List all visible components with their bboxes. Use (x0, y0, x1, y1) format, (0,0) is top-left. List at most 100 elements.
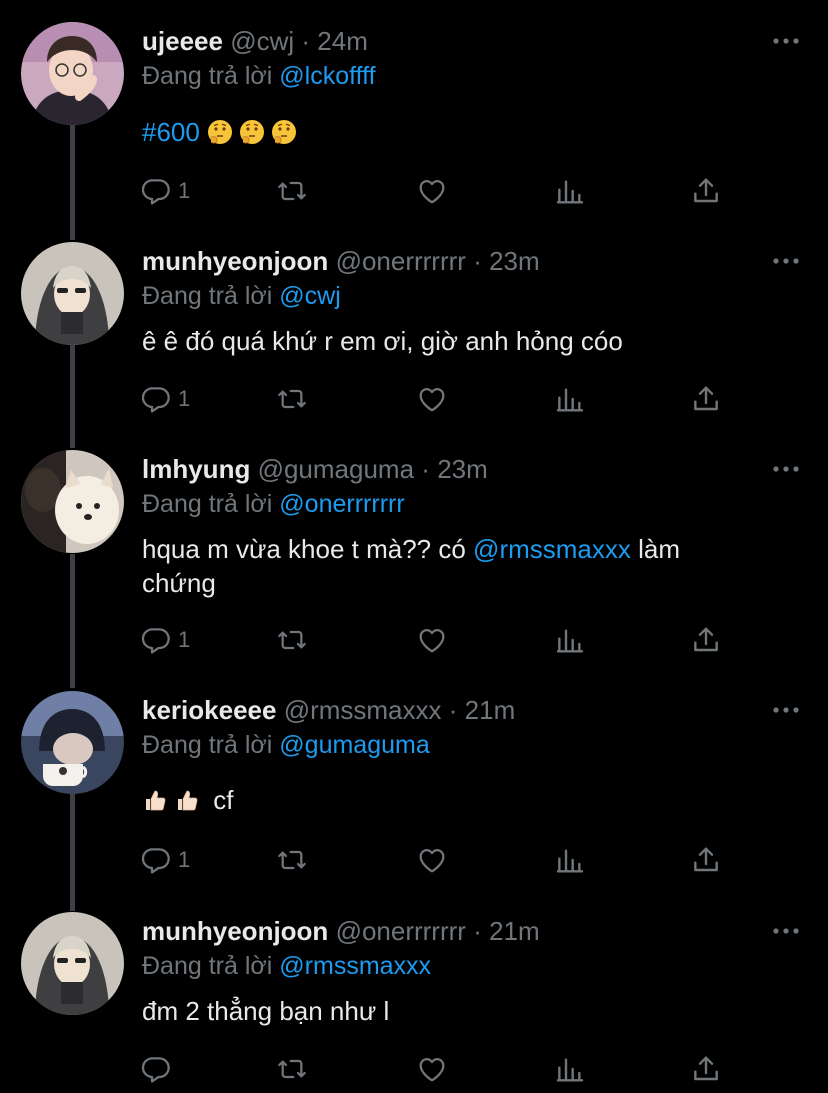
user-handle[interactable]: @rmssmaxxx (284, 695, 442, 725)
timestamp[interactable]: 24m (317, 26, 368, 56)
retweet-icon (276, 844, 308, 876)
replying-to: Đang trả lời @cwj (142, 282, 341, 311)
avatar[interactable] (21, 22, 124, 125)
avatar[interactable] (21, 691, 124, 794)
pomeranian-dog-avatar (21, 450, 124, 553)
person-in-hood-avatar (21, 242, 124, 345)
retweet-button[interactable] (276, 843, 308, 877)
hashtag[interactable]: #600 (142, 117, 200, 147)
separator: · (448, 695, 458, 725)
tweet-text: hqua m vừa khoe t mà?? có @rmssmaxxx làm… (142, 532, 782, 600)
user-handle[interactable]: @onerrrrrrr (336, 246, 466, 276)
share-button[interactable] (690, 843, 722, 877)
display-name[interactable]: munhyeonjoon (142, 246, 328, 276)
share-button[interactable] (690, 174, 722, 208)
reply-button[interactable]: 1 (140, 623, 190, 657)
retweet-icon (276, 383, 308, 415)
tweet[interactable]: ujeeee @cwj · 24m Đang trả lời @lckoffff… (0, 22, 828, 222)
views-button[interactable] (554, 623, 586, 657)
like-button[interactable] (416, 174, 448, 208)
timestamp[interactable]: 23m (437, 454, 488, 484)
reply-button[interactable]: 1 (140, 843, 190, 877)
reply-button[interactable] (140, 1052, 178, 1086)
replying-to: Đang trả lời @rmssmaxxx (142, 952, 431, 981)
more-icon[interactable] (772, 705, 800, 715)
tweet-text: ê ê đó quá khứ r em ơi, giờ anh hỏng cóo (142, 326, 623, 356)
views-button[interactable] (554, 174, 586, 208)
retweet-button[interactable] (276, 623, 308, 657)
user-handle[interactable]: @onerrrrrrr (336, 916, 466, 946)
avatar[interactable] (21, 912, 124, 1015)
reply-mention[interactable]: @rmssmaxxx (279, 952, 431, 980)
retweet-button[interactable] (276, 1052, 308, 1086)
retweet-button[interactable] (276, 382, 308, 416)
display-name[interactable]: ujeeee (142, 26, 223, 56)
reply-icon (140, 624, 172, 656)
share-button[interactable] (690, 1052, 722, 1086)
views-icon (554, 175, 586, 207)
user-handle[interactable]: @cwj (230, 26, 294, 56)
replying-to: Đang trả lời @onerrrrrrr (142, 490, 405, 519)
reply-button[interactable]: 1 (140, 382, 190, 416)
display-name[interactable]: lmhyung (142, 454, 250, 484)
share-icon (690, 1053, 722, 1085)
avatar[interactable] (21, 450, 124, 553)
replying-to-label: Đang trả lời (142, 731, 273, 759)
tweet-text-part: hqua m vừa khoe t mà?? có (142, 534, 466, 564)
like-button[interactable] (416, 382, 448, 416)
reply-button[interactable]: 1 (140, 174, 190, 208)
display-name[interactable]: keriokeeee (142, 695, 276, 725)
replying-to: Đang trả lời @gumaguma (142, 731, 430, 760)
tweet-header: munhyeonjoon @onerrrrrrr · 21m (142, 916, 540, 947)
heart-icon (416, 383, 448, 415)
reply-mention[interactable]: @gumaguma (279, 731, 429, 759)
reply-count: 1 (178, 627, 191, 652)
separator: · (421, 454, 430, 484)
more-icon[interactable] (772, 36, 800, 46)
like-button[interactable] (416, 623, 448, 657)
tweet[interactable]: keriokeeee @rmssmaxxx · 21m Đang trả lời… (0, 691, 828, 901)
tweet[interactable]: munhyeonjoon @onerrrrrrr · 23m Đang trả … (0, 242, 828, 432)
more-icon[interactable] (772, 926, 800, 936)
thinking-face-icon (239, 119, 265, 145)
display-name[interactable]: munhyeonjoon (142, 916, 328, 946)
share-button[interactable] (690, 382, 722, 416)
views-button[interactable] (554, 382, 586, 416)
mention-link[interactable]: @rmssmaxxx (473, 534, 631, 564)
retweet-button[interactable] (276, 174, 308, 208)
like-button[interactable] (416, 1052, 448, 1086)
more-icon[interactable] (772, 464, 800, 474)
reply-count: 1 (178, 178, 191, 203)
separator: · (473, 916, 482, 946)
views-button[interactable] (554, 1052, 586, 1086)
reply-mention[interactable]: @onerrrrrrr (279, 490, 404, 518)
tweet[interactable]: munhyeonjoon @onerrrrrrr · 21m Đang trả … (0, 912, 828, 1093)
retweet-icon (276, 175, 308, 207)
tweet-text-part: cf (213, 785, 234, 815)
thumbs-up-icon (174, 787, 200, 813)
share-icon (690, 175, 722, 207)
views-icon (554, 383, 586, 415)
reply-count: 1 (178, 386, 191, 411)
tweet-header: ujeeee @cwj · 24m (142, 26, 368, 57)
tweet-text: #600 (142, 115, 782, 149)
thumbs-up-icon (142, 787, 168, 813)
reply-mention[interactable]: @lckoffff (279, 62, 375, 90)
share-button[interactable] (690, 623, 722, 657)
timestamp[interactable]: 21m (465, 695, 516, 725)
retweet-icon (276, 624, 308, 656)
like-button[interactable] (416, 843, 448, 877)
person-with-cup-avatar (21, 691, 124, 794)
action-bar: 1 (140, 382, 730, 416)
action-bar: 1 (140, 174, 730, 208)
avatar[interactable] (21, 242, 124, 345)
timestamp[interactable]: 21m (489, 916, 540, 946)
reply-mention[interactable]: @cwj (279, 282, 341, 310)
user-handle[interactable]: @gumaguma (258, 454, 414, 484)
timestamp[interactable]: 23m (489, 246, 540, 276)
tweet-text: cf (142, 783, 782, 817)
heart-icon (416, 624, 448, 656)
tweet[interactable]: lmhyung @gumaguma · 23m Đang trả lời @on… (0, 450, 828, 680)
more-icon[interactable] (772, 256, 800, 266)
views-button[interactable] (554, 843, 586, 877)
